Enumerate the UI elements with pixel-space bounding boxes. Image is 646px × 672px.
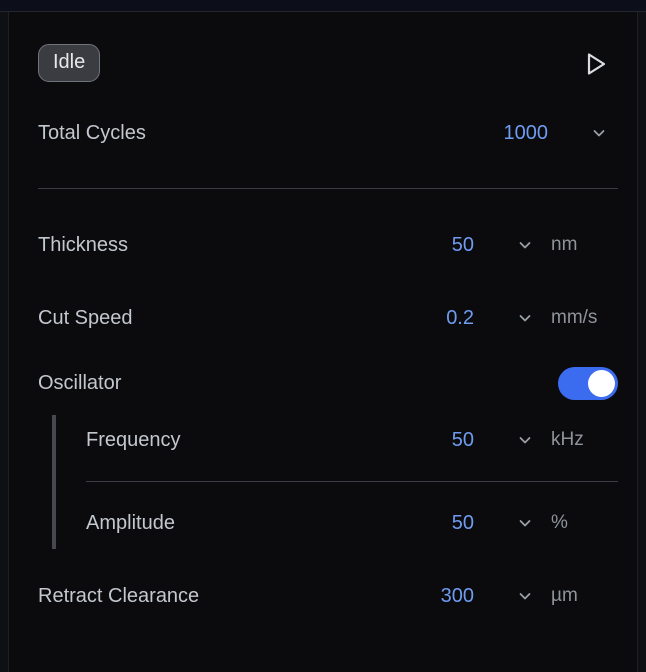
cut-speed-label: Cut Speed — [38, 307, 133, 329]
machine-settings-panel: Idle Total Cycles 1000 Thickness 50 nm C… — [8, 12, 638, 672]
oscillator-divider — [86, 481, 618, 482]
thickness-value[interactable]: 50 — [452, 227, 474, 263]
cut-speed-unit: mm/s — [551, 307, 598, 328]
chevron-down-icon[interactable] — [592, 126, 606, 140]
chevron-down-icon[interactable] — [518, 589, 532, 603]
chevron-down-icon[interactable] — [518, 516, 532, 530]
frequency-value[interactable]: 50 — [452, 422, 474, 458]
total-cycles-label: Total Cycles — [38, 122, 146, 144]
total-cycles-row: Total Cycles 1000 — [9, 115, 639, 151]
section-divider — [38, 188, 618, 189]
top-strip — [0, 0, 646, 12]
thickness-label: Thickness — [38, 234, 129, 256]
retract-clearance-label: Retract Clearance — [38, 585, 200, 607]
amplitude-unit: % — [551, 512, 568, 533]
amplitude-row: Amplitude 50 % — [9, 505, 639, 541]
frequency-label: Frequency — [86, 429, 181, 451]
retract-clearance-value[interactable]: 300 — [441, 578, 474, 614]
frequency-unit: kHz — [551, 429, 584, 450]
cut-speed-row: Cut Speed 0.2 mm/s — [9, 300, 639, 336]
chevron-down-icon[interactable] — [518, 433, 532, 447]
total-cycles-value[interactable]: 1000 — [504, 115, 549, 151]
frequency-row: Frequency 50 kHz — [9, 422, 639, 458]
oscillator-row: Oscillator — [9, 365, 639, 401]
chevron-down-icon[interactable] — [518, 311, 532, 325]
amplitude-value[interactable]: 50 — [452, 505, 474, 541]
chevron-down-icon[interactable] — [518, 238, 532, 252]
thickness-row: Thickness 50 nm — [9, 227, 639, 263]
status-badge: Idle — [38, 44, 101, 82]
cut-speed-value[interactable]: 0.2 — [446, 300, 474, 336]
toggle-knob — [588, 370, 615, 397]
oscillator-label: Oscillator — [38, 372, 122, 394]
retract-clearance-row: Retract Clearance 300 µm — [9, 578, 639, 614]
thickness-unit: nm — [551, 234, 578, 255]
amplitude-label: Amplitude — [86, 512, 175, 534]
retract-clearance-unit: µm — [551, 585, 578, 606]
oscillator-toggle[interactable] — [558, 367, 618, 400]
play-icon[interactable] — [582, 50, 610, 78]
